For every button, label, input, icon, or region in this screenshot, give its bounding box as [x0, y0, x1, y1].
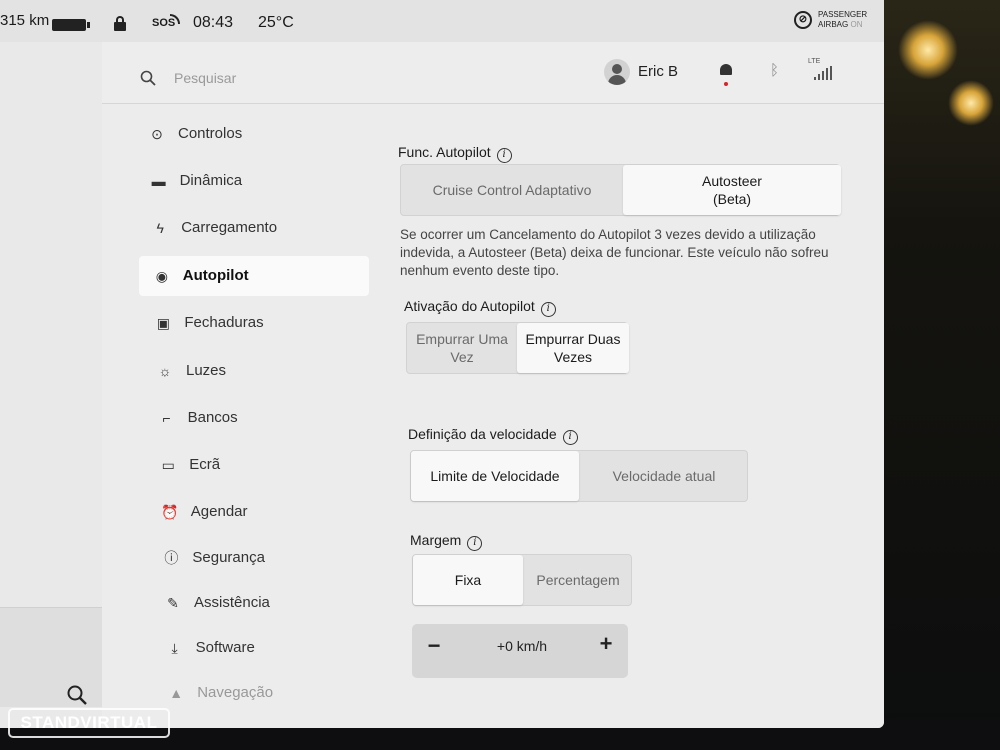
lte-label: LTE [808, 58, 821, 65]
sun-icon: ☼ [158, 363, 172, 379]
decrease-button[interactable]: − [422, 634, 446, 658]
sidebar-item-label: Agendar [190, 503, 248, 520]
sidebar-item-label: Luzes [186, 362, 227, 379]
activation-selector: Empurrar Uma Vez Empurrar Duas Vezes [406, 322, 629, 374]
navigation-icon: ▲ [169, 685, 184, 701]
map-card[interactable] [0, 607, 108, 707]
bluetooth-icon[interactable]: ᛒ [770, 62, 779, 79]
info-icon[interactable]: i [540, 302, 556, 317]
sidebar-item-label: Fechaduras [184, 314, 264, 331]
toggle-icon: ⊙ [151, 126, 163, 142]
touchscreen: 315 km SOS 08:43 25°C ⊘ PASSENGER AIRBAG… [0, 0, 884, 728]
option-cruise-control[interactable]: Cruise Control Adaptativo [401, 165, 623, 215]
info-icon[interactable]: i [562, 430, 578, 445]
sidebar-item-label: Software [195, 639, 255, 656]
car-icon: ▬ [151, 173, 166, 189]
speed-setting-label: Definição da velocidade [408, 426, 557, 442]
sidebar-item-label: Autopilot [182, 267, 249, 284]
margin-label: Margem [410, 532, 462, 548]
airbag-icon: ⊘ [794, 11, 812, 29]
outside-temperature: 25°C [258, 14, 294, 31]
autosteer-description: Se ocorrer um Cancelamento do Autopilot … [400, 227, 829, 278]
range-readout: 315 km [0, 12, 50, 29]
settings-panel: Pesquisar Eric B ᛒ LTE ⊙ Controlos ▬ Dinâmi… [102, 42, 884, 728]
sidebar-item-label: Controlos [178, 125, 243, 142]
activation-title: Ativação do Autopilot i [404, 298, 556, 317]
light-glow [898, 20, 958, 80]
sidebar-item-fechaduras[interactable]: ▣ Fechaduras [140, 303, 370, 343]
alert-circle-icon: ⓘ [164, 550, 179, 566]
sidebar-item-label: Ecrã [189, 456, 221, 473]
sidebar-item-seguranca[interactable]: ⓘ Segurança [148, 538, 378, 578]
sidebar-item-agendar[interactable]: ⏰ Agendar [147, 492, 377, 532]
margin-selector: Fixa Percentagem [412, 554, 632, 606]
activation-label: Ativação do Autopilot [404, 298, 535, 314]
option-percentage[interactable]: Percentagem [523, 555, 633, 605]
sidebar-item-label: Navegação [197, 684, 274, 701]
speed-offset-value: +0 km/h [496, 638, 548, 654]
sidebar-item-ecra[interactable]: ▭ Ecrã [145, 445, 375, 485]
battery-icon [52, 19, 90, 31]
sidebar-item-autopilot[interactable]: ◉ Autopilot [138, 256, 369, 296]
avatar[interactable] [604, 59, 630, 85]
sos-signal-icon [170, 14, 180, 24]
margin-title: Margem i [410, 532, 483, 551]
sidebar-item-label: Segurança [192, 549, 265, 566]
search-input[interactable]: Pesquisar [174, 70, 236, 86]
sidebar-item-dinamica[interactable]: ▬ Dinâmica [136, 161, 366, 201]
sidebar-item-label: Bancos [187, 409, 238, 426]
speed-offset-stepper: − +0 km/h + [412, 624, 628, 678]
light-glow [948, 80, 994, 126]
clock: 08:43 [193, 14, 234, 31]
func-autopilot-title: Func. Autopilot i [398, 144, 512, 163]
sidebar-item-software[interactable]: ⤓ Software [152, 628, 382, 668]
sidebar-item-assistencia[interactable]: ✎ Assistência [150, 583, 380, 623]
option-push-twice[interactable]: Empurrar Duas Vezes [517, 323, 629, 373]
status-bar: 315 km SOS 08:43 25°C ⊘ PASSENGER AIRBAG… [0, 0, 884, 42]
sidebar-item-label: Dinâmica [179, 172, 243, 189]
alarm-clock-icon: ⏰ [161, 504, 179, 520]
search-icon[interactable] [140, 70, 156, 86]
sidebar-item-luzes[interactable]: ☼ Luzes [142, 351, 372, 391]
lock-icon[interactable] [114, 16, 126, 31]
sidebar-item-label: Carregamento [181, 219, 278, 236]
speed-setting-title: Definição da velocidade i [408, 426, 578, 445]
option-autosteer[interactable]: Autosteer (Beta) [623, 165, 841, 215]
settings-header: Pesquisar Eric B ᛒ LTE [102, 42, 884, 104]
passenger-airbag-status: PASSENGER AIRBAG ON [818, 10, 867, 30]
option-fixed[interactable]: Fixa [413, 555, 523, 605]
dashboard-background [878, 0, 1000, 750]
airbag-label-line1: PASSENGER [818, 10, 868, 19]
sidebar-item-label: Assistência [194, 594, 270, 611]
user-name[interactable]: Eric B [638, 63, 678, 80]
bell-icon[interactable] [720, 64, 732, 86]
display-icon: ▭ [161, 457, 175, 473]
speed-setting-selector: Limite de Velocidade Velocidade atual [410, 450, 748, 502]
sidebar-item-bancos[interactable]: ⌐ Bancos [144, 398, 374, 438]
func-autopilot-label: Func. Autopilot [398, 144, 491, 160]
sidebar-item-controlos[interactable]: ⊙ Controlos [134, 114, 364, 154]
seat-icon: ⌐ [162, 410, 171, 426]
airbag-state: ON [850, 20, 863, 29]
option-push-once[interactable]: Empurrar Uma Vez [407, 323, 517, 373]
info-icon[interactable]: i [496, 148, 512, 163]
increase-button[interactable]: + [594, 632, 618, 656]
airbag-label-line2: AIRBAG [818, 20, 849, 29]
option-current-speed[interactable]: Velocidade atual [579, 451, 749, 501]
steering-wheel-icon: ◉ [155, 268, 168, 284]
bolt-icon: ϟ [156, 220, 164, 236]
lock-icon: ▣ [156, 315, 170, 331]
info-icon[interactable]: i [467, 536, 483, 551]
map-strip [0, 42, 108, 728]
sidebar-item-navegacao[interactable]: ▲ Navegação [153, 673, 383, 713]
func-autopilot-selector: Cruise Control Adaptativo Autosteer (Bet… [400, 164, 841, 216]
watermark-logo: STANDVIRTUAL [8, 708, 170, 738]
search-icon[interactable] [66, 684, 88, 706]
download-icon: ⤓ [171, 640, 178, 656]
sidebar-item-carregamento[interactable]: ϟ Carregamento [137, 208, 367, 248]
wrench-icon: ✎ [167, 595, 179, 611]
option-speed-limit[interactable]: Limite de Velocidade [411, 451, 579, 501]
